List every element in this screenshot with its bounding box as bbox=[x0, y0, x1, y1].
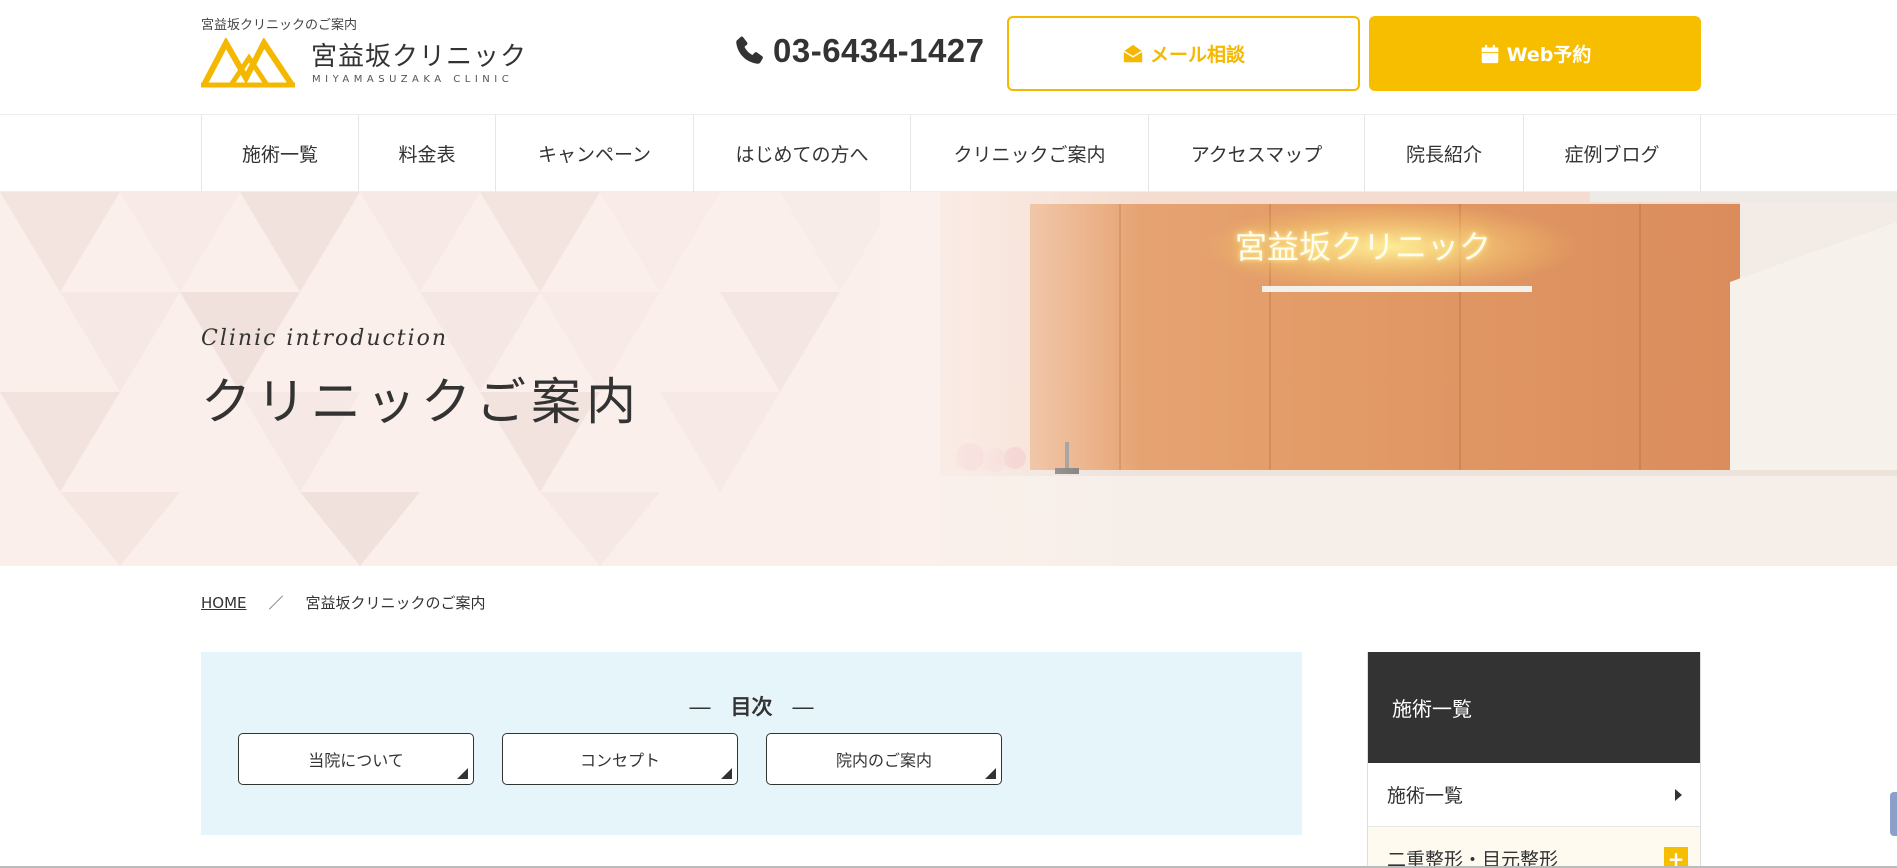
nav-item-clinic-info[interactable]: クリニックご案内 bbox=[911, 115, 1149, 192]
plus-icon[interactable]: + bbox=[1664, 846, 1688, 867]
phone-icon bbox=[736, 36, 763, 64]
nav-item-director[interactable]: 院長紹介 bbox=[1365, 115, 1524, 192]
nav-item-access-map[interactable]: アクセスマップ bbox=[1149, 115, 1365, 192]
scroll-tab[interactable] bbox=[1890, 792, 1897, 836]
caret-right-icon bbox=[1675, 788, 1682, 801]
sidebar-item-double-eyelid[interactable]: 二重整形・目元整形 + bbox=[1368, 827, 1700, 868]
toc-dash-left: ― bbox=[689, 695, 711, 719]
sidebar-treatments: 施術一覧 施術一覧 二重整形・目元整形 + bbox=[1367, 652, 1701, 868]
web-reservation-label: Web予約 bbox=[1506, 44, 1592, 66]
web-reservation-button[interactable]: Web予約 bbox=[1369, 16, 1701, 91]
nav-item-case-blog[interactable]: 症例ブログ bbox=[1524, 115, 1701, 192]
hero-subtitle: Clinic introduction bbox=[201, 326, 449, 351]
mail-consult-label: メール相談 bbox=[1149, 44, 1245, 66]
site-header: 宮益坂クリニックのご案内 宮益坂クリニック MIYAMASUZAKA CLINI… bbox=[0, 0, 1897, 115]
corner-arrow-icon bbox=[457, 768, 468, 779]
toc-dash-right: ― bbox=[792, 695, 814, 719]
nav-item-treatments[interactable]: 施術一覧 bbox=[202, 115, 359, 192]
logo-mark-icon bbox=[201, 38, 295, 88]
toc-link-label: 当院について bbox=[308, 751, 404, 770]
phone-link[interactable]: 03-6434-1427 bbox=[731, 26, 985, 76]
breadcrumb-separator: ／ bbox=[268, 594, 284, 612]
toc-link-label: コンセプト bbox=[579, 751, 660, 770]
sidebar-item-label: 施術一覧 bbox=[1387, 785, 1464, 807]
nav-item-campaign[interactable]: キャンペーン bbox=[496, 115, 694, 192]
breadcrumb: HOME ／ 宮益坂クリニックのご案内 bbox=[201, 592, 486, 613]
logo-clinic-name: 宮益坂クリニック bbox=[311, 42, 528, 72]
mail-consult-button[interactable]: メール相談 bbox=[1007, 16, 1360, 91]
toc-link-about[interactable]: 当院について bbox=[238, 733, 474, 785]
sidebar-item-treatments[interactable]: 施術一覧 bbox=[1368, 763, 1700, 827]
sidebar-heading: 施術一覧 bbox=[1368, 652, 1700, 763]
reception-sign: 宮益坂クリニック bbox=[1235, 228, 1492, 266]
toc-title-text: 目次 bbox=[730, 695, 773, 719]
hero-banner: 宮益坂クリニック Clinic introduction クリニックご案内 bbox=[0, 192, 1897, 566]
clinic-logo[interactable]: 宮益坂クリニックのご案内 宮益坂クリニック MIYAMASUZAKA CLINI… bbox=[201, 14, 526, 94]
breadcrumb-home-link[interactable]: HOME bbox=[201, 594, 247, 612]
sidebar-item-label: 二重整形・目元整形 bbox=[1387, 849, 1559, 868]
global-nav: 施術一覧 料金表 キャンペーン はじめての方へ クリニックご案内 アクセスマップ… bbox=[0, 115, 1897, 192]
phone-number: 03-6434-1427 bbox=[773, 32, 985, 69]
toc-link-label: 院内のご案内 bbox=[835, 751, 932, 770]
envelope-open-icon bbox=[1123, 44, 1143, 62]
corner-arrow-icon bbox=[721, 768, 732, 779]
logo-tagline: 宮益坂クリニックのご案内 bbox=[201, 18, 358, 33]
logo-clinic-name-roman: MIYAMASUZAKA CLINIC bbox=[312, 74, 514, 85]
hero-fade-overlay bbox=[880, 192, 1140, 566]
calendar-icon bbox=[1481, 44, 1498, 63]
nav-item-price-list[interactable]: 料金表 bbox=[359, 115, 496, 192]
table-of-contents: ― 目次 ― 当院について コンセプト 院内のご案内 bbox=[201, 652, 1302, 835]
breadcrumb-current: 宮益坂クリニックのご案内 bbox=[305, 594, 486, 612]
toc-link-concept[interactable]: コンセプト bbox=[502, 733, 738, 785]
corner-arrow-icon bbox=[985, 768, 996, 779]
nav-item-first-visit[interactable]: はじめての方へ bbox=[694, 115, 911, 192]
page-title: クリニックご案内 bbox=[201, 373, 641, 431]
toc-title: ― 目次 ― bbox=[201, 691, 1302, 721]
toc-link-facility[interactable]: 院内のご案内 bbox=[766, 733, 1002, 785]
